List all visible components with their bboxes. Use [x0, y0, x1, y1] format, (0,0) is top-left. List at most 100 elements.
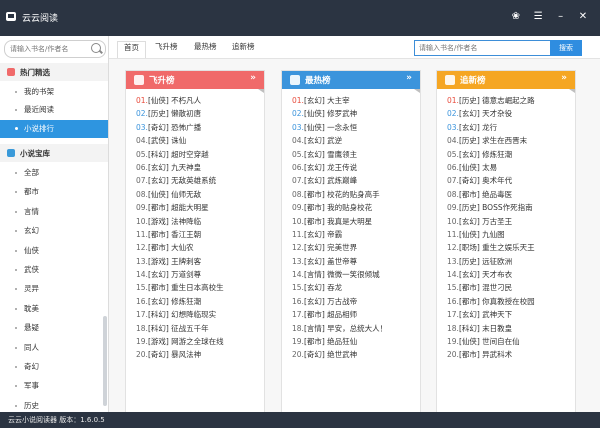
rank-item[interactable]: 03.[奇幻] 恐怖广播: [136, 121, 224, 134]
rank-item[interactable]: 11.[都市] 香江王朝: [136, 228, 224, 241]
rank-item[interactable]: 19.[游戏] 网游之全球在线: [136, 335, 224, 348]
rank-item[interactable]: 07.[奇幻] 奥术年代: [447, 174, 535, 187]
rank-item[interactable]: 08.[都市] 绝品毒医: [447, 188, 535, 201]
rank-item[interactable]: 17.[科幻] 幻想降临现实: [136, 308, 224, 321]
app-title: 云云阅读: [22, 14, 59, 24]
rank-item[interactable]: 14.[言情] 微微一笑很倾城: [292, 268, 387, 281]
rank-item[interactable]: 12.[都市] 大仙农: [136, 241, 224, 254]
rank-item[interactable]: 03.[仙侠] 一念永恒: [292, 121, 387, 134]
rank-item[interactable]: 17.[玄幻] 武神天下: [447, 308, 535, 321]
sidebar-item-category[interactable]: 仙侠: [0, 242, 108, 260]
rank-item[interactable]: 02.[仙侠] 修罗武神: [292, 107, 387, 120]
sidebar-item-recent[interactable]: 最近阅读: [0, 101, 108, 119]
rank-number: 01.: [136, 96, 148, 105]
rank-list: 01.[仙侠] 不朽凡人 02.[历史] 懒散初唐 03.[奇幻] 恐怖广播 04.[…: [136, 94, 224, 362]
rank-number: 20.: [136, 350, 148, 360]
rank-item[interactable]: 07.[玄幻] 武炼巅峰: [292, 174, 387, 187]
sidebar-item-category[interactable]: 军事: [0, 377, 108, 395]
more-arrow-icon[interactable]: »: [561, 73, 567, 83]
rank-number: 13.: [292, 256, 304, 266]
sidebar-item-category[interactable]: 全部: [0, 164, 108, 182]
rank-item[interactable]: 04.[武侠] 诛仙: [136, 134, 224, 147]
more-arrow-icon[interactable]: »: [406, 73, 412, 83]
rank-item[interactable]: 06.[玄幻] 九天神皇: [136, 161, 224, 174]
rank-item[interactable]: 16.[玄幻] 万古战帝: [292, 295, 387, 308]
sidebar-item-category[interactable]: 都市: [0, 183, 108, 201]
rank-item[interactable]: 13.[玄幻] 盖世帝尊: [292, 255, 387, 268]
sidebar-item-category[interactable]: 奇幻: [0, 358, 108, 376]
rank-item[interactable]: 19.[仙侠] 世间自在仙: [447, 335, 535, 348]
rank-item[interactable]: 15.[都市] 重生日本高校生: [136, 281, 224, 294]
more-arrow-icon[interactable]: »: [250, 73, 256, 83]
sidebar-item-category[interactable]: 灵异: [0, 280, 108, 298]
rank-item[interactable]: 05.[玄幻] 雪鹰领主: [292, 148, 387, 161]
rank-item[interactable]: 18.[科幻] 末日教皇: [447, 322, 535, 335]
rank-item[interactable]: 18.[言情] 早安，总统大人！: [292, 322, 387, 335]
rank-item[interactable]: 02.[玄幻] 天才杂役: [447, 107, 535, 120]
sidebar-item-category[interactable]: 言情: [0, 203, 108, 221]
rank-item[interactable]: 18.[科幻] 征战五千年: [136, 322, 224, 335]
search-icon[interactable]: [91, 43, 101, 53]
sidebar-search-input[interactable]: [10, 43, 90, 54]
rank-book-title: [玄幻] 万古战帝: [303, 296, 358, 306]
sidebar-item-category[interactable]: 耽美: [0, 300, 108, 318]
section-hot-title: 热门精选: [20, 68, 50, 77]
rank-item[interactable]: 04.[玄幻] 武逆: [292, 134, 387, 147]
rank-item[interactable]: 13.[游戏] 王牌刺客: [136, 255, 224, 268]
rank-item[interactable]: 20.[都市] 异武科术: [447, 348, 535, 361]
sidebar-scrollbar[interactable]: [103, 316, 107, 406]
sidebar-item-category[interactable]: 同人: [0, 339, 108, 357]
rank-item[interactable]: 07.[玄幻] 无敌英雄系统: [136, 174, 224, 187]
sidebar-item-bookshelf[interactable]: 我的书架: [0, 83, 108, 101]
rank-item[interactable]: 09.[都市] 超能大明星: [136, 201, 224, 214]
rank-item[interactable]: 08.[仙侠] 仙师无敌: [136, 188, 224, 201]
rank-item[interactable]: 05.[科幻] 超时空穿越: [136, 148, 224, 161]
rank-book-title: [武侠] 诛仙: [147, 136, 187, 146]
close-icon[interactable]: ✕: [576, 10, 590, 24]
tab-new[interactable]: 追新榜: [226, 41, 261, 57]
rank-item[interactable]: 02.[历史] 懒散初唐: [136, 107, 224, 120]
rank-item[interactable]: 14.[玄幻] 天才布衣: [447, 268, 535, 281]
sidebar-item-ranking[interactable]: 小说排行: [0, 120, 108, 138]
tab-home[interactable]: 首页: [117, 41, 146, 58]
top-search-input[interactable]: [419, 43, 547, 53]
rank-item[interactable]: 17.[都市] 超品相师: [292, 308, 387, 321]
rank-item[interactable]: 13.[历史] 远征欧洲: [447, 255, 535, 268]
rank-item[interactable]: 10.[游戏] 法神降临: [136, 215, 224, 228]
tab-hot[interactable]: 最热榜: [188, 41, 223, 57]
rank-item[interactable]: 20.[奇幻] 暴风法神: [136, 348, 224, 361]
sidebar-item-category[interactable]: 悬疑: [0, 319, 108, 337]
rank-item[interactable]: 14.[玄幻] 万道剑尊: [136, 268, 224, 281]
tab-feisheng[interactable]: 飞升榜: [149, 41, 184, 57]
rank-item[interactable]: 11.[玄幻] 帝霸: [292, 228, 387, 241]
search-button[interactable]: 搜索: [550, 40, 582, 56]
rank-item[interactable]: 10.[玄幻] 万古圣王: [447, 215, 535, 228]
rank-item[interactable]: 06.[仙侠] 太易: [447, 161, 535, 174]
rank-item[interactable]: 04.[历史] 求生在西晋末: [447, 134, 535, 147]
rank-item[interactable]: 12.[职场] 重生之娱乐天王: [447, 241, 535, 254]
rank-item[interactable]: 01.[仙侠] 不朽凡人: [136, 94, 224, 107]
rank-item[interactable]: 16.[都市] 你真教授在校园: [447, 295, 535, 308]
sidebar-item-category[interactable]: 玄幻: [0, 222, 108, 240]
rank-item[interactable]: 15.[玄幻] 吞龙: [292, 281, 387, 294]
rank-item[interactable]: 20.[奇幻] 绝世武神: [292, 348, 387, 361]
rank-item[interactable]: 08.[都市] 校花的贴身高手: [292, 188, 387, 201]
rank-item[interactable]: 01.[历史] 德意志崛起之路: [447, 94, 535, 107]
rank-item[interactable]: 09.[历史] BOSS作死指南: [447, 201, 535, 214]
skin-icon[interactable]: ❀: [509, 10, 523, 24]
rank-item[interactable]: 10.[都市] 我真是大明星: [292, 215, 387, 228]
rank-item[interactable]: 16.[玄幻] 修炼狂潮: [136, 295, 224, 308]
rank-item[interactable]: 19.[都市] 绝品狂仙: [292, 335, 387, 348]
rank-item[interactable]: 05.[玄幻] 修炼狂潮: [447, 148, 535, 161]
rank-item[interactable]: 11.[仙侠] 九仙图: [447, 228, 535, 241]
rank-item[interactable]: 03.[玄幻] 龙行: [447, 121, 535, 134]
rank-item[interactable]: 09.[都市] 我的贴身校花: [292, 201, 387, 214]
rank-item[interactable]: 01.[玄幻] 大主宰: [292, 94, 387, 107]
sidebar-item-category[interactable]: 武侠: [0, 261, 108, 279]
menu-icon[interactable]: ☰: [531, 10, 545, 24]
minimize-icon[interactable]: –: [554, 10, 568, 24]
rank-item[interactable]: 12.[玄幻] 完美世界: [292, 241, 387, 254]
rank-item[interactable]: 06.[玄幻] 龙王传说: [292, 161, 387, 174]
rank-item[interactable]: 15.[都市] 混世刁民: [447, 281, 535, 294]
sidebar-item-category[interactable]: 历史: [0, 397, 108, 412]
